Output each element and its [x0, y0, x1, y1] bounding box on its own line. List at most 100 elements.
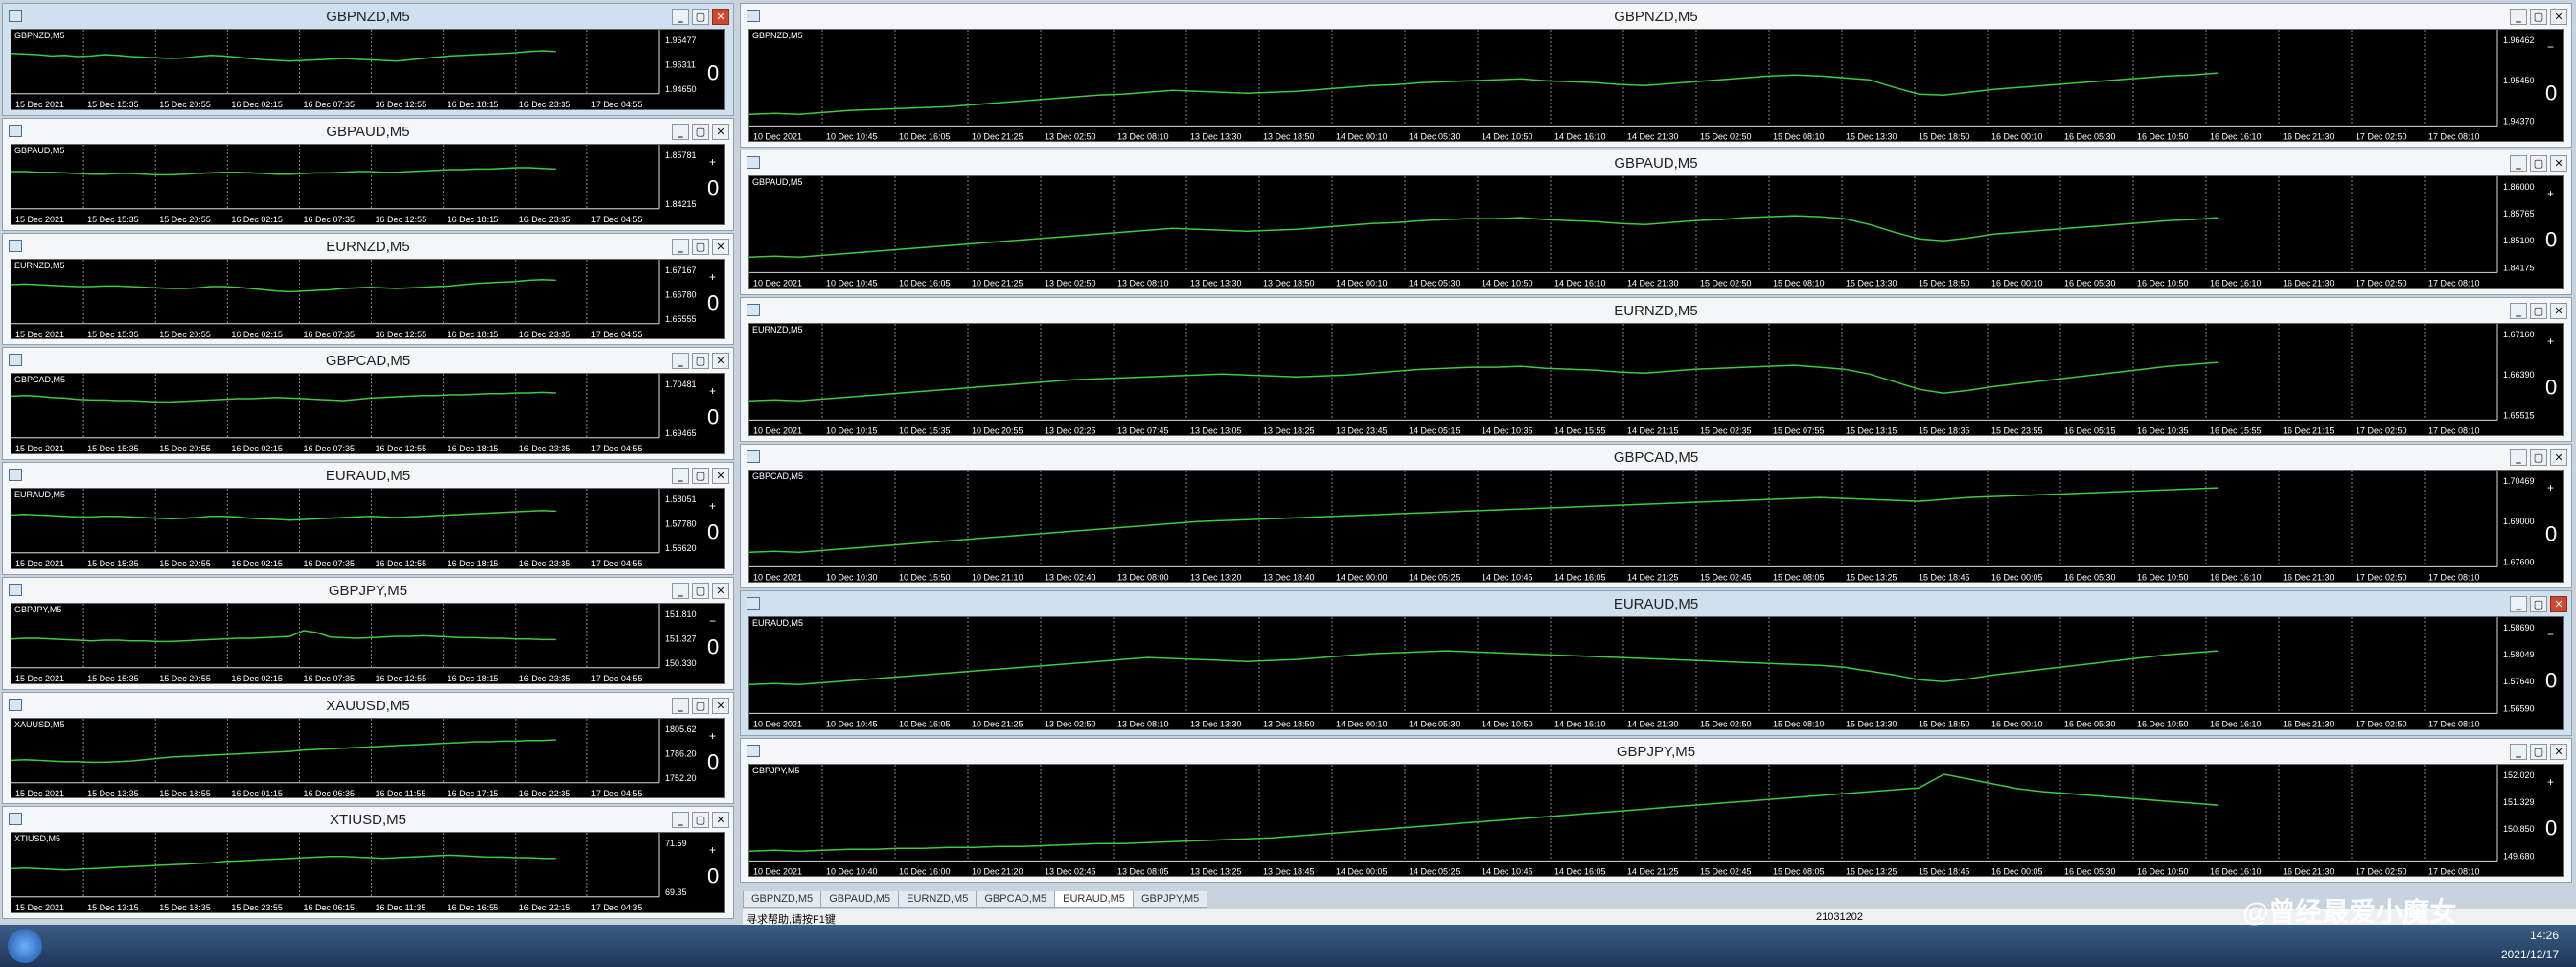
- window-titlebar: XTIUSD,M5 _ ▢ ✕: [3, 807, 733, 832]
- maximize-button[interactable]: ▢: [2530, 155, 2547, 173]
- minimize-button[interactable]: _: [672, 468, 689, 484]
- maximize-button[interactable]: ▢: [2530, 596, 2547, 613]
- minimize-button[interactable]: _: [2510, 9, 2527, 25]
- time-label: 14 Dec 21:25: [1627, 866, 1679, 876]
- minimize-button[interactable]: _: [672, 238, 689, 255]
- maximize-button[interactable]: ▢: [692, 582, 709, 599]
- close-button[interactable]: ✕: [2550, 449, 2567, 466]
- maximize-button[interactable]: ▢: [692, 123, 709, 140]
- window-buttons: _ ▢ ✕: [669, 468, 729, 485]
- chart-area[interactable]: 1805.62 1786.20 1752.20 15 Dec 2021 15 Dec 1…: [11, 717, 725, 799]
- time-label: 16 Dec 02:15: [231, 215, 283, 224]
- time-label: 16 Dec 07:35: [303, 559, 355, 568]
- minimize-button[interactable]: _: [2510, 155, 2527, 173]
- window-title: GBPCAD,M5: [1613, 449, 1699, 466]
- chart-area[interactable]: 1.67160 1.66390 1.65515 10 Dec 2021 10 Dec 1…: [748, 322, 2564, 436]
- chart-area[interactable]: 1.58051 1.57780 1.56620 15 Dec 2021 15 Dec 1…: [11, 488, 725, 569]
- chart-window[interactable]: GBPAUD,M5 _ ▢ ✕ 1.85781 1.84215 15 Dec 2021 1…: [2, 117, 734, 231]
- chart-window[interactable]: XTIUSD,M5 _ ▢ ✕ 71.59 69.35 15 Dec 2021 15 De…: [2, 806, 734, 919]
- maximize-button[interactable]: ▢: [2530, 9, 2547, 25]
- close-button[interactable]: ✕: [712, 353, 729, 370]
- price-line: [749, 215, 2219, 259]
- chart-area[interactable]: 152.020 151.329 150.850 149.680 10 Dec 2021 1…: [748, 763, 2564, 877]
- chart-window[interactable]: EURNZD,M5 _ ▢ ✕ 1.67160 1.66390 1.65515 10 De…: [740, 296, 2572, 442]
- window-buttons: _ ▢ ✕: [2507, 155, 2567, 173]
- chart-area[interactable]: 1.67167 1.66780 1.65555 15 Dec 2021 15 Dec 1…: [11, 258, 725, 340]
- chart-area[interactable]: 1.96477 1.96311 1.94650 15 Dec 2021 15 Dec 1…: [11, 29, 725, 110]
- close-button[interactable]: ✕: [2550, 596, 2567, 613]
- close-button[interactable]: ✕: [712, 9, 729, 25]
- chart-area[interactable]: 151.810 151.327 150.330 15 Dec 2021 15 Dec 1…: [11, 602, 725, 684]
- minimize-button[interactable]: _: [672, 123, 689, 140]
- time-label: 15 Dec 08:05: [1773, 866, 1825, 876]
- close-button[interactable]: ✕: [2550, 743, 2567, 760]
- time-label: 15 Dec 15:35: [87, 444, 139, 453]
- minimize-button[interactable]: _: [672, 353, 689, 370]
- start-button[interactable]: [8, 929, 42, 963]
- maximize-button[interactable]: ▢: [2530, 449, 2547, 466]
- chart-area[interactable]: 1.70481 1.69465 15 Dec 2021 15 Dec 15:35 15 …: [11, 373, 725, 454]
- maximize-button[interactable]: ▢: [692, 812, 709, 829]
- minimize-button[interactable]: _: [2510, 743, 2527, 760]
- close-button[interactable]: ✕: [2550, 155, 2567, 173]
- time-label: 16 Dec 05:30: [2064, 131, 2116, 141]
- maximize-button[interactable]: ▢: [692, 468, 709, 484]
- minimize-button[interactable]: _: [2510, 596, 2527, 613]
- close-button[interactable]: ✕: [712, 812, 729, 829]
- minimize-button[interactable]: _: [2510, 302, 2527, 319]
- time-label: 13 Dec 08:10: [1117, 131, 1169, 141]
- time-label: 14 Dec 00:05: [1336, 866, 1388, 876]
- close-button[interactable]: ✕: [712, 123, 729, 140]
- chart-window[interactable]: XAUUSD,M5 _ ▢ ✕ 1805.62 1786.20 1752.20 15 De…: [2, 691, 734, 805]
- maximize-button[interactable]: ▢: [692, 353, 709, 370]
- chart-window[interactable]: EURNZD,M5 _ ▢ ✕ 1.67167 1.66780 1.65555 15 De…: [2, 232, 734, 346]
- window-title: GBPNZD,M5: [326, 9, 410, 25]
- minimize-button[interactable]: _: [672, 697, 689, 714]
- time-label: 16 Dec 10:50: [2137, 720, 2189, 729]
- close-button[interactable]: ✕: [2550, 302, 2567, 319]
- maximize-button[interactable]: ▢: [692, 9, 709, 25]
- close-button[interactable]: ✕: [712, 697, 729, 714]
- maximize-button[interactable]: ▢: [692, 697, 709, 714]
- chart-window[interactable]: GBPNZD,M5 _ ▢ ✕ 1.96462 1.95450 1.94370 10 De…: [740, 3, 2572, 149]
- maximize-button[interactable]: ▢: [692, 238, 709, 255]
- close-button[interactable]: ✕: [712, 582, 729, 599]
- chart-window[interactable]: GBPCAD,M5 _ ▢ ✕ 1.70469 1.69000 1.67600 10 De…: [740, 444, 2572, 589]
- chart-window[interactable]: EURAUD,M5 _ ▢ ✕ 1.58051 1.57780 1.56620 15 De…: [2, 462, 734, 575]
- maximize-button[interactable]: ▢: [2530, 302, 2547, 319]
- minimize-button[interactable]: _: [2510, 449, 2527, 466]
- chart-window[interactable]: EURAUD,M5 _ ▢ ✕ 1.58690 1.58049 1.57640 1.565…: [740, 590, 2572, 736]
- chart-tab[interactable]: EURAUD,M5: [1054, 891, 1134, 908]
- chart-area[interactable]: 1.96462 1.95450 1.94370 10 Dec 2021 10 Dec 1…: [748, 29, 2564, 143]
- chart-area[interactable]: 71.59 69.35 15 Dec 2021 15 Dec 13:15 15 Dec …: [11, 832, 725, 913]
- price-label: 1.70481: [665, 380, 697, 389]
- minimize-button[interactable]: _: [672, 9, 689, 25]
- price-label: 1.67167: [665, 265, 697, 275]
- trade-sign: −: [2547, 628, 2554, 641]
- chart-area[interactable]: 1.70469 1.69000 1.67600 10 Dec 2021 10 Dec 1…: [748, 470, 2564, 584]
- chart-tab[interactable]: GBPNZD,M5: [743, 891, 822, 908]
- chart-tab[interactable]: GBPCAD,M5: [976, 891, 1056, 908]
- close-button[interactable]: ✕: [712, 238, 729, 255]
- chart-tab[interactable]: EURNZD,M5: [898, 891, 978, 908]
- chart-tab[interactable]: GBPAUD,M5: [820, 891, 900, 908]
- minimize-button[interactable]: _: [672, 812, 689, 829]
- chart-window[interactable]: GBPCAD,M5 _ ▢ ✕ 1.70481 1.69465 15 Dec 2021 1…: [2, 347, 734, 460]
- chart-area[interactable]: 1.86000 1.85765 1.85100 1.84175 10 Dec 2021 1…: [748, 175, 2564, 289]
- price-chart: 1.67160 1.66390 1.65515 10 Dec 2021 10 Dec 1…: [749, 323, 2557, 435]
- trade-sign: +: [709, 155, 716, 169]
- chart-window[interactable]: GBPNZD,M5 _ ▢ ✕ 1.96477 1.96311 1.94650 15 De…: [2, 3, 734, 116]
- chart-tab[interactable]: GBPJPY,M5: [1132, 891, 1208, 908]
- close-button[interactable]: ✕: [712, 468, 729, 484]
- minimize-button[interactable]: _: [672, 582, 689, 599]
- chart-window[interactable]: GBPAUD,M5 _ ▢ ✕ 1.86000 1.85765 1.85100 1.841…: [740, 150, 2572, 295]
- chart-area[interactable]: 1.58690 1.58049 1.57640 1.56590 10 Dec 2021 1…: [748, 616, 2564, 730]
- time-label: 16 Dec 02:15: [231, 329, 283, 338]
- chart-window[interactable]: GBPJPY,M5 _ ▢ ✕ 152.020 151.329 150.850 149.6…: [740, 737, 2572, 883]
- close-button[interactable]: ✕: [2550, 9, 2567, 25]
- time-label: 10 Dec 10:40: [826, 866, 878, 876]
- maximize-button[interactable]: ▢: [2530, 743, 2547, 760]
- chart-area[interactable]: 1.85781 1.84215 15 Dec 2021 15 Dec 15:35 15 …: [11, 143, 725, 225]
- time-label: 14 Dec 10:35: [1482, 426, 1533, 435]
- chart-window[interactable]: GBPJPY,M5 _ ▢ ✕ 151.810 151.327 150.330 15 De…: [2, 576, 734, 690]
